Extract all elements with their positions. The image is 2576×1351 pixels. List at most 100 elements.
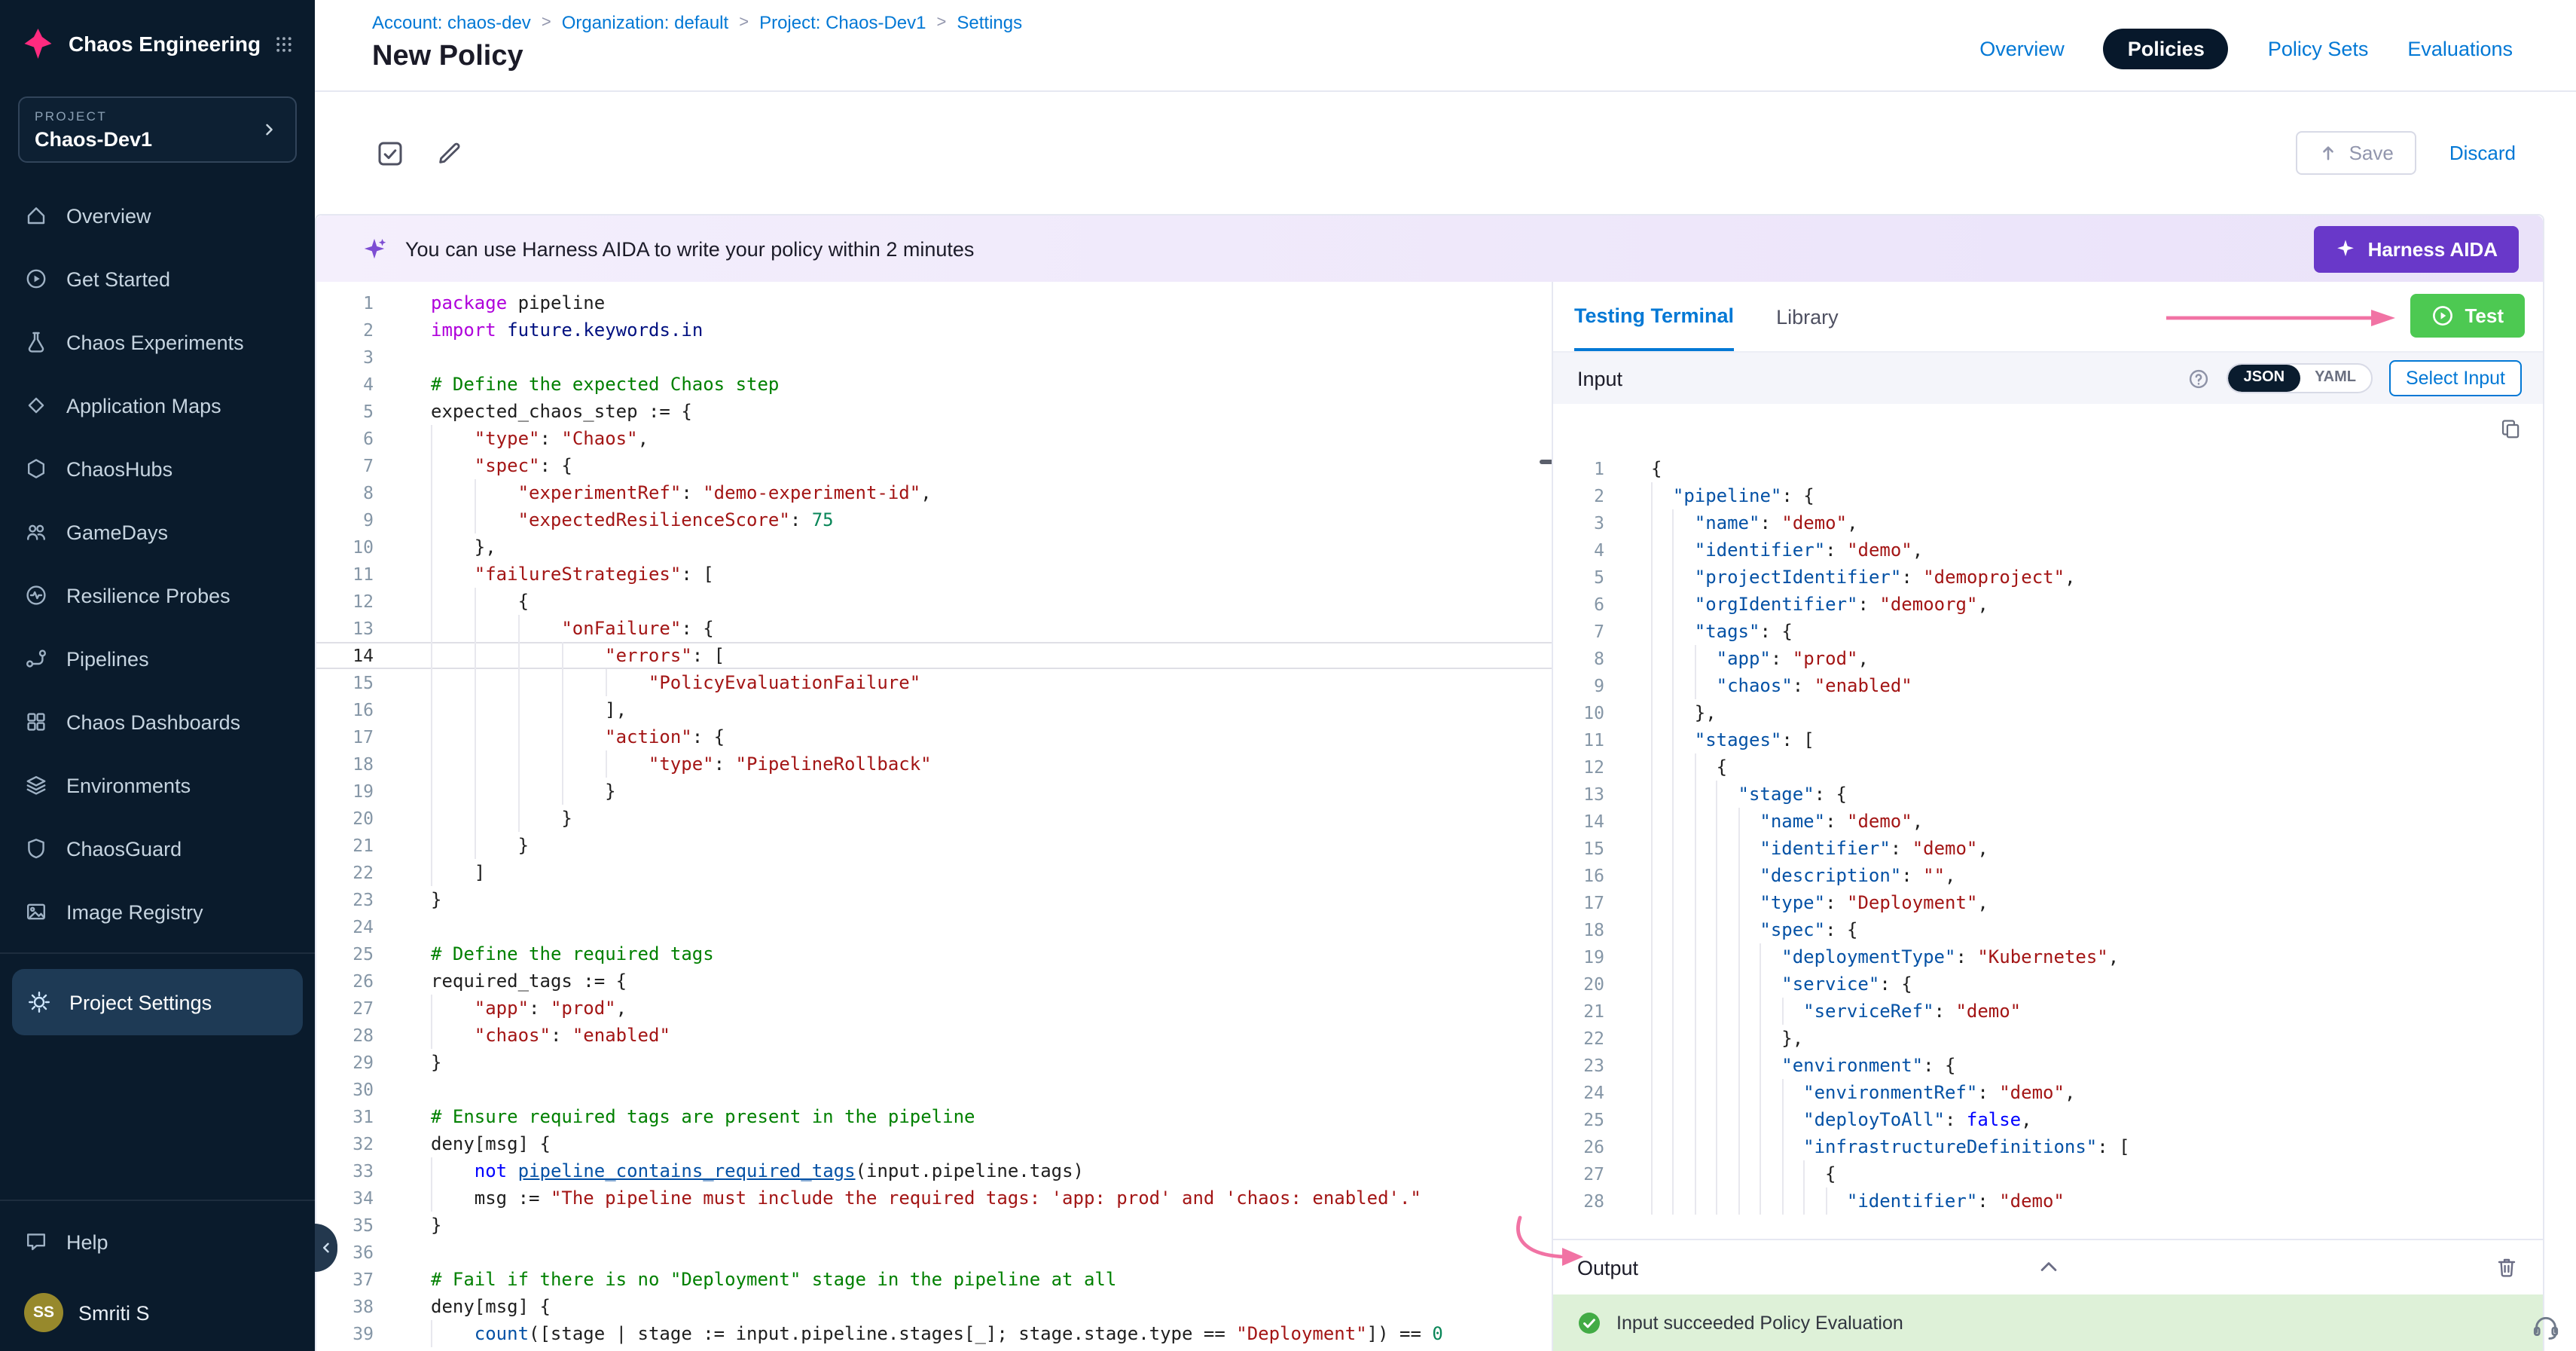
sidebar-item-image-registry[interactable]: Image Registry — [0, 880, 315, 943]
code-line[interactable]: 14"errors": [ — [316, 642, 1552, 669]
sidebar-item-chaos-dashboards[interactable]: Chaos Dashboards — [0, 690, 315, 753]
breadcrumb-organization[interactable]: Organization: default — [562, 12, 729, 33]
code-line[interactable]: 28"chaos": "enabled" — [316, 1022, 1552, 1049]
sidebar-item-get-started[interactable]: Get Started — [0, 247, 315, 310]
breadcrumb-project[interactable]: Project: Chaos-Dev1 — [759, 12, 926, 33]
tab-policies[interactable]: Policies — [2104, 28, 2229, 69]
code-line[interactable]: 10}, — [316, 533, 1552, 561]
code-line[interactable]: 18"spec": { — [1553, 916, 2543, 943]
code-line[interactable]: 28"identifier": "demo" — [1553, 1187, 2543, 1215]
code-line[interactable]: 32deny[msg] { — [316, 1130, 1552, 1157]
sidebar-item-environments[interactable]: Environments — [0, 753, 315, 817]
code-line[interactable]: 24 — [316, 913, 1552, 940]
code-line[interactable]: 12{ — [316, 588, 1552, 615]
code-line[interactable]: 14"name": "demo", — [1553, 808, 2543, 835]
module-grid-icon[interactable] — [274, 32, 294, 55]
code-line[interactable]: 3 — [316, 344, 1552, 371]
code-line[interactable]: 25# Define the required tags — [316, 940, 1552, 967]
code-line[interactable]: 27"app": "prod", — [316, 995, 1552, 1022]
code-line[interactable]: 12{ — [1553, 753, 2543, 781]
code-line[interactable]: 22] — [316, 859, 1552, 886]
code-line[interactable]: 9"expectedResilienceScore": 75 — [316, 506, 1552, 533]
breadcrumb-account[interactable]: Account: chaos-dev — [372, 12, 531, 33]
format-option-yaml[interactable]: YAML — [2300, 365, 2371, 392]
code-line[interactable]: 2import future.keywords.in — [316, 316, 1552, 344]
code-line[interactable]: 23} — [316, 886, 1552, 913]
sidebar-item-project-settings[interactable]: Project Settings — [12, 969, 303, 1035]
code-line[interactable]: 24"environmentRef": "demo", — [1553, 1079, 2543, 1106]
sidebar-item-chaoshubs[interactable]: ChaosHubs — [0, 437, 315, 500]
code-line[interactable]: 6"type": "Chaos", — [316, 425, 1552, 452]
code-line[interactable]: 30 — [316, 1076, 1552, 1103]
sidebar-item-help[interactable]: Help — [0, 1210, 315, 1273]
code-line[interactable]: 31# Ensure required tags are present in … — [316, 1103, 1552, 1130]
tab-library[interactable]: Library — [1776, 282, 1839, 351]
breadcrumb-settings[interactable]: Settings — [957, 12, 1022, 33]
code-line[interactable]: 1{ — [1553, 455, 2543, 482]
user-menu[interactable]: SS Smriti S — [0, 1273, 315, 1351]
test-button[interactable]: Test — [2410, 294, 2525, 338]
sidebar-item-application-maps[interactable]: Application Maps — [0, 374, 315, 437]
sidebar-item-chaosguard[interactable]: ChaosGuard — [0, 817, 315, 880]
sidebar-item-resilience-probes[interactable]: Resilience Probes — [0, 564, 315, 627]
code-line[interactable]: 4"identifier": "demo", — [1553, 536, 2543, 564]
code-line[interactable]: 35} — [316, 1212, 1552, 1239]
code-line[interactable]: 2"pipeline": { — [1553, 482, 2543, 509]
code-line[interactable]: 6"orgIdentifier": "demoorg", — [1553, 591, 2543, 618]
code-line[interactable]: 15"identifier": "demo", — [1553, 835, 2543, 862]
code-line[interactable]: 26"infrastructureDefinitions": [ — [1553, 1133, 2543, 1160]
sidebar-item-chaos-experiments[interactable]: Chaos Experiments — [0, 310, 315, 374]
code-line[interactable]: 10}, — [1553, 699, 2543, 726]
tab-overview[interactable]: Overview — [1979, 37, 2065, 60]
tab-policy-sets[interactable]: Policy Sets — [2268, 37, 2369, 60]
code-line[interactable]: 22}, — [1553, 1025, 2543, 1052]
select-input-button[interactable]: Select Input — [2389, 360, 2522, 396]
code-line[interactable]: 1package pipeline — [316, 289, 1552, 316]
format-option-json[interactable]: JSON — [2229, 365, 2300, 392]
code-line[interactable]: 13"stage": { — [1553, 781, 2543, 808]
code-line[interactable]: 38deny[msg] { — [316, 1293, 1552, 1320]
code-line[interactable]: 16], — [316, 696, 1552, 723]
code-line[interactable]: 7"tags": { — [1553, 618, 2543, 645]
support-headset-icon[interactable] — [2531, 1311, 2561, 1349]
code-line[interactable]: 5expected_chaos_step := { — [316, 398, 1552, 425]
code-line[interactable]: 9"chaos": "enabled" — [1553, 672, 2543, 699]
code-line[interactable]: 26required_tags := { — [316, 967, 1552, 995]
code-line[interactable]: 36 — [316, 1239, 1552, 1266]
tab-evaluations[interactable]: Evaluations — [2407, 37, 2513, 60]
save-button[interactable]: Save — [2297, 131, 2416, 175]
pencil-icon[interactable] — [435, 139, 464, 167]
code-line[interactable]: 16"description": "", — [1553, 862, 2543, 889]
code-line[interactable]: 34msg := "The pipeline must include the … — [316, 1184, 1552, 1212]
copy-icon[interactable] — [2499, 417, 2522, 440]
code-line[interactable]: 13"onFailure": { — [316, 615, 1552, 642]
policy-code-editor[interactable]: 1package pipeline2import future.keywords… — [316, 282, 1552, 1351]
code-line[interactable]: 15"PolicyEvaluationFailure" — [316, 669, 1552, 696]
sidebar-item-gamedays[interactable]: GameDays — [0, 500, 315, 564]
code-line[interactable]: 21"serviceRef": "demo" — [1553, 998, 2543, 1025]
tab-testing-terminal[interactable]: Testing Terminal — [1574, 282, 1734, 351]
editor-scroll-marker[interactable] — [1540, 460, 1552, 464]
check-square-icon[interactable] — [375, 138, 405, 168]
help-circle-icon[interactable] — [2188, 367, 2211, 390]
project-selector[interactable]: PROJECT Chaos-Dev1 — [18, 96, 297, 163]
code-line[interactable]: 19} — [316, 778, 1552, 805]
code-line[interactable]: 19"deploymentType": "Kubernetes", — [1553, 943, 2543, 970]
code-line[interactable]: 17"type": "Deployment", — [1553, 889, 2543, 916]
code-line[interactable]: 17"action": { — [316, 723, 1552, 750]
code-line[interactable]: 8"app": "prod", — [1553, 645, 2543, 672]
sidebar-item-pipelines[interactable]: Pipelines — [0, 627, 315, 690]
code-line[interactable]: 8"experimentRef": "demo-experiment-id", — [316, 479, 1552, 506]
code-line[interactable]: 7"spec": { — [316, 452, 1552, 479]
chevron-up-icon[interactable] — [2036, 1255, 2060, 1279]
discard-button[interactable]: Discard — [2434, 133, 2531, 173]
code-line[interactable]: 33not pipeline_contains_required_tags(in… — [316, 1157, 1552, 1184]
sidebar-item-overview[interactable]: Overview — [0, 184, 315, 247]
code-line[interactable]: 23"environment": { — [1553, 1052, 2543, 1079]
code-line[interactable]: 5"projectIdentifier": "demoproject", — [1553, 564, 2543, 591]
harness-aida-button[interactable]: Harness AIDA — [2314, 225, 2519, 272]
trash-icon[interactable] — [2495, 1255, 2519, 1279]
code-line[interactable]: 11"stages": [ — [1553, 726, 2543, 753]
code-line[interactable]: 20} — [316, 805, 1552, 832]
code-line[interactable]: 21} — [316, 832, 1552, 859]
